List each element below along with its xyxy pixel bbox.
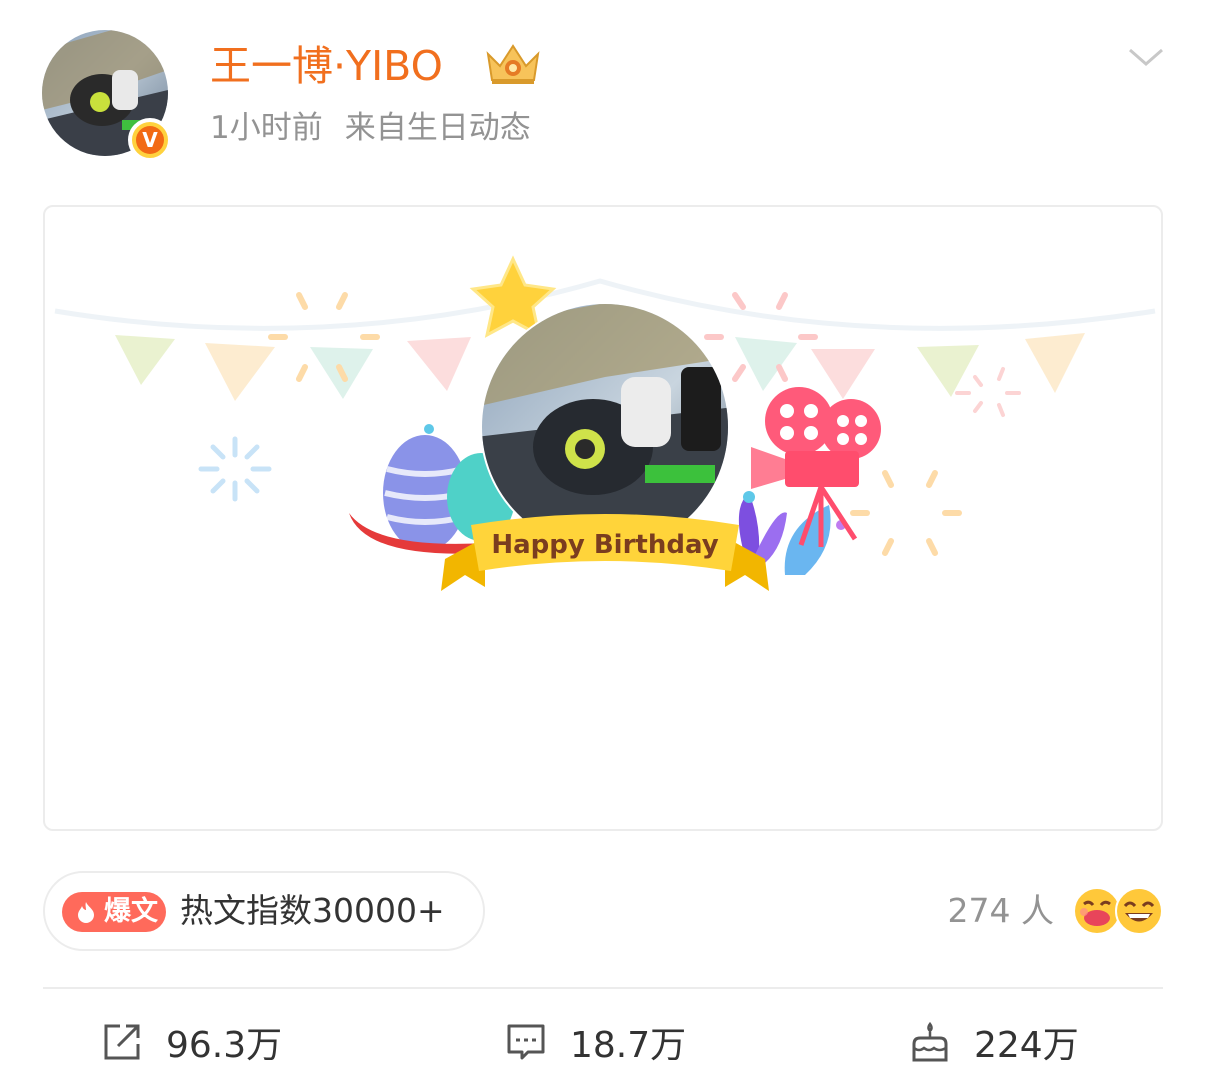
share-button[interactable]: 96.3万 [100,1012,282,1072]
hot-index-text: 热文指数30000+ [180,891,445,930]
cake-icon [912,1021,948,1062]
crown-icon [486,44,540,84]
like-button[interactable]: 224万 [908,1012,1079,1072]
banner-text: Happy Birthday [491,530,718,560]
birthday-card[interactable]: Happy Birthday [43,205,1163,831]
share-count: 96.3万 [166,1025,283,1066]
hot-tag: 爆文 [62,892,166,932]
verified-badge: V [128,118,172,162]
reaction-count[interactable]: 274 人 [948,886,1054,936]
share-icon [104,1024,140,1060]
comment-button[interactable]: 18.7万 [504,1012,686,1072]
divider [43,987,1163,989]
birthday-illustration: Happy Birthday [54,255,1156,591]
comment-count: 18.7万 [570,1025,687,1066]
post-time: 1小时前 [210,110,323,146]
emoji-icon [1115,887,1163,935]
comment-icon [507,1024,545,1060]
post-meta: 1小时前 来自生日动态 [210,106,531,150]
fire-icon [78,902,94,923]
post-source[interactable]: 来自生日动态 [345,110,531,146]
chevron-down-icon[interactable] [1126,42,1166,72]
like-count: 224万 [974,1025,1079,1066]
hot-tag-label: 爆文 [104,896,158,927]
author-name[interactable]: 王一博·YIBO [210,38,443,94]
